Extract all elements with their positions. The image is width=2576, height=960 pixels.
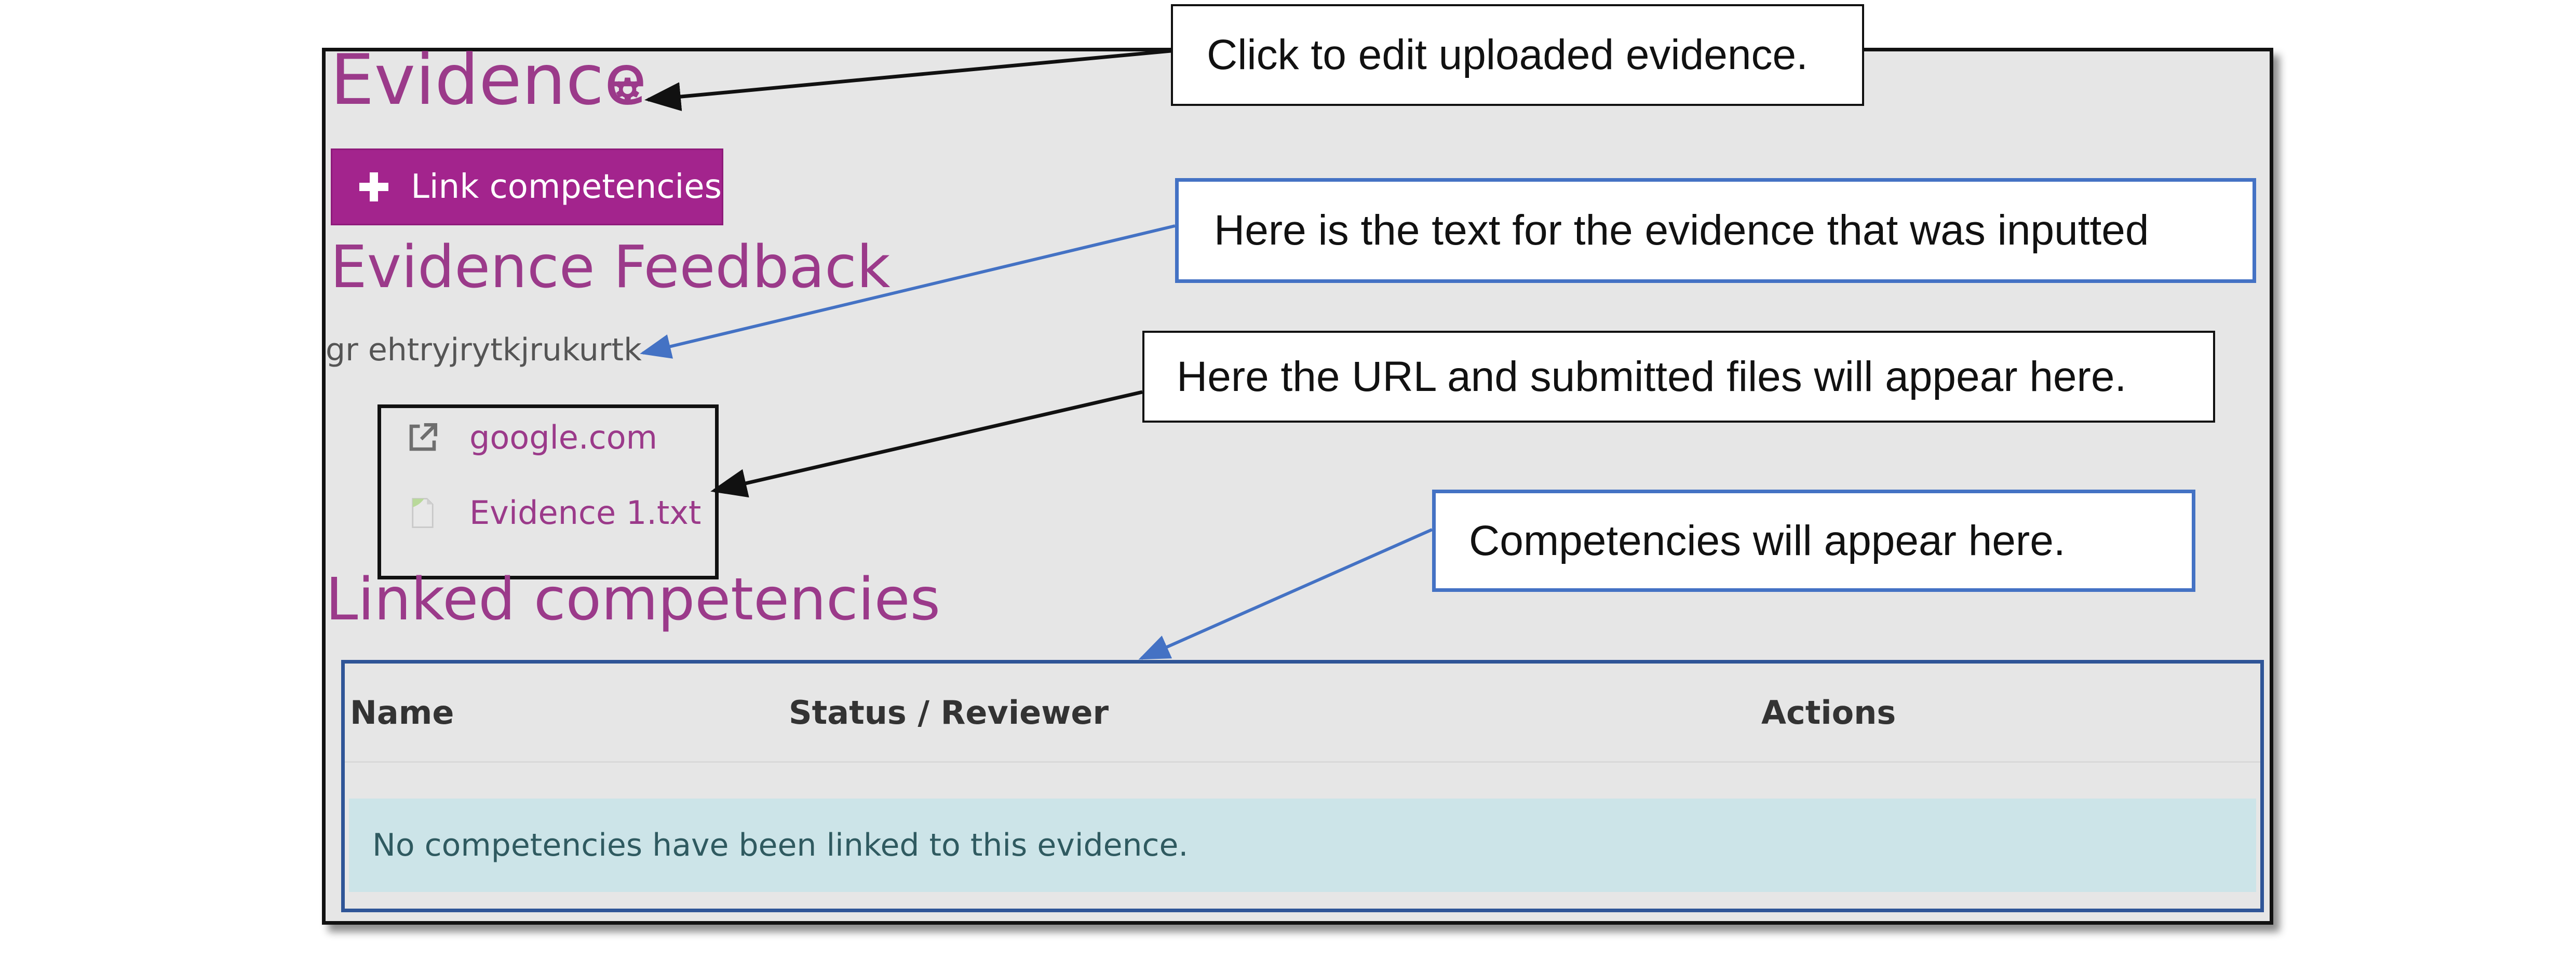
callout-arrows xyxy=(640,49,1433,660)
arrow-to-competencies-table xyxy=(1138,528,1433,660)
arrow-to-feedback-text xyxy=(640,224,1176,359)
arrow-to-files-list xyxy=(710,390,1143,498)
arrow-to-gear-icon xyxy=(644,49,1171,112)
